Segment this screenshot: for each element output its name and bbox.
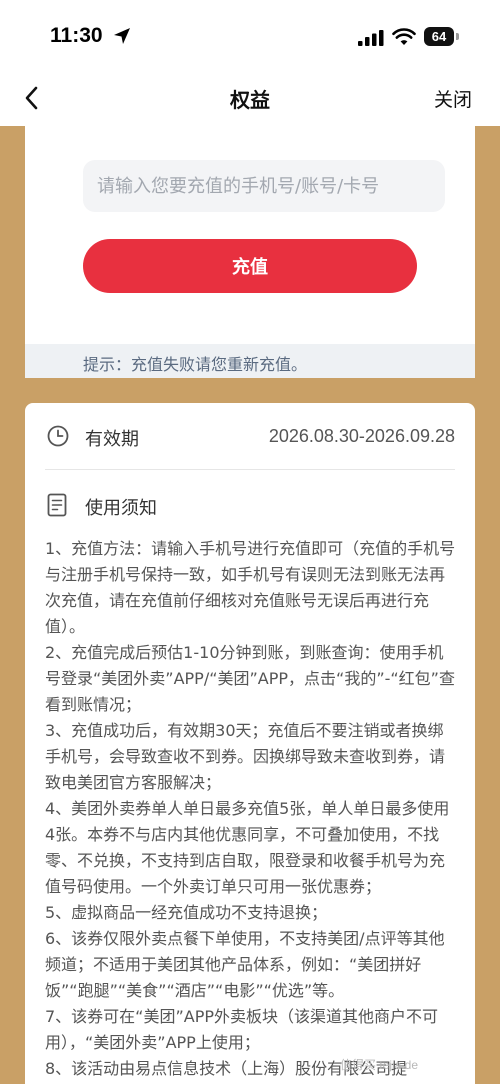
page-title: 权益 <box>230 88 270 112</box>
note-item: 6、该券仅限外卖点餐下单使用，不支持美团/点评等其他频道；不适用于美团其他产品体… <box>45 929 445 1000</box>
wifi-icon <box>392 28 416 45</box>
battery-icon: 64 <box>424 27 454 46</box>
note-item: 5、虚拟商品一经充值成功不支持退换； <box>45 903 328 922</box>
notes-title: 使用须知 <box>85 498 157 519</box>
watermark: 值得买 tejia.de <box>340 1058 419 1072</box>
location-arrow-icon <box>114 28 130 44</box>
clock-icon <box>47 425 69 447</box>
recharge-card: 充值 提示：充值失败请您重新充值。 <box>25 126 475 378</box>
nav-bar: 权益 关闭 <box>0 70 500 126</box>
battery-tip <box>456 33 459 40</box>
tip-bar: 提示：充值失败请您重新充值。 <box>25 344 475 378</box>
close-button[interactable]: 关闭 <box>434 85 472 112</box>
signal-icon <box>358 30 384 46</box>
validity-label: 有效期 <box>85 429 139 450</box>
phone-input[interactable] <box>83 160 445 212</box>
tip-text: 提示：充值失败请您重新充值。 <box>83 355 308 374</box>
notes-body: 1、充值方法：请输入手机号进行充值即可（充值的手机号与注册手机号保持一致，如手机… <box>45 536 457 1082</box>
status-bar: 11:30 64 <box>0 0 500 70</box>
note-item: 2、充值完成后预估1-10分钟到账，到账查询：使用手机号登录“美团外卖”APP/… <box>45 643 455 714</box>
recharge-button[interactable]: 充值 <box>83 239 417 293</box>
document-icon <box>47 493 67 517</box>
page-content: 充值 提示：充值失败请您重新充值。 有效期 2026.08.30-2026.09… <box>0 126 500 1084</box>
status-time: 11:30 <box>50 24 103 47</box>
divider <box>45 469 455 470</box>
note-item: 7、该券可在“美团”APP外卖板块（该渠道其他商户不可用），“美团外卖”APP上… <box>45 1007 439 1052</box>
note-item: 1、充值方法：请输入手机号进行充值即可（充值的手机号与注册手机号保持一致，如手机… <box>45 539 456 636</box>
info-card: 有效期 2026.08.30-2026.09.28 使用须知 1、充值方法：请输… <box>25 403 475 1084</box>
note-item: 4、美团外卖券单人单日最多充值5张，单人单日最多使用4张。本券不与店内其他优惠同… <box>45 799 450 896</box>
validity-value: 2026.08.30-2026.09.28 <box>268 426 455 446</box>
note-item: 3、充值成功后，有效期30天；充值后不要注销或者换绑手机号，会导致查收不到券。因… <box>45 721 446 792</box>
